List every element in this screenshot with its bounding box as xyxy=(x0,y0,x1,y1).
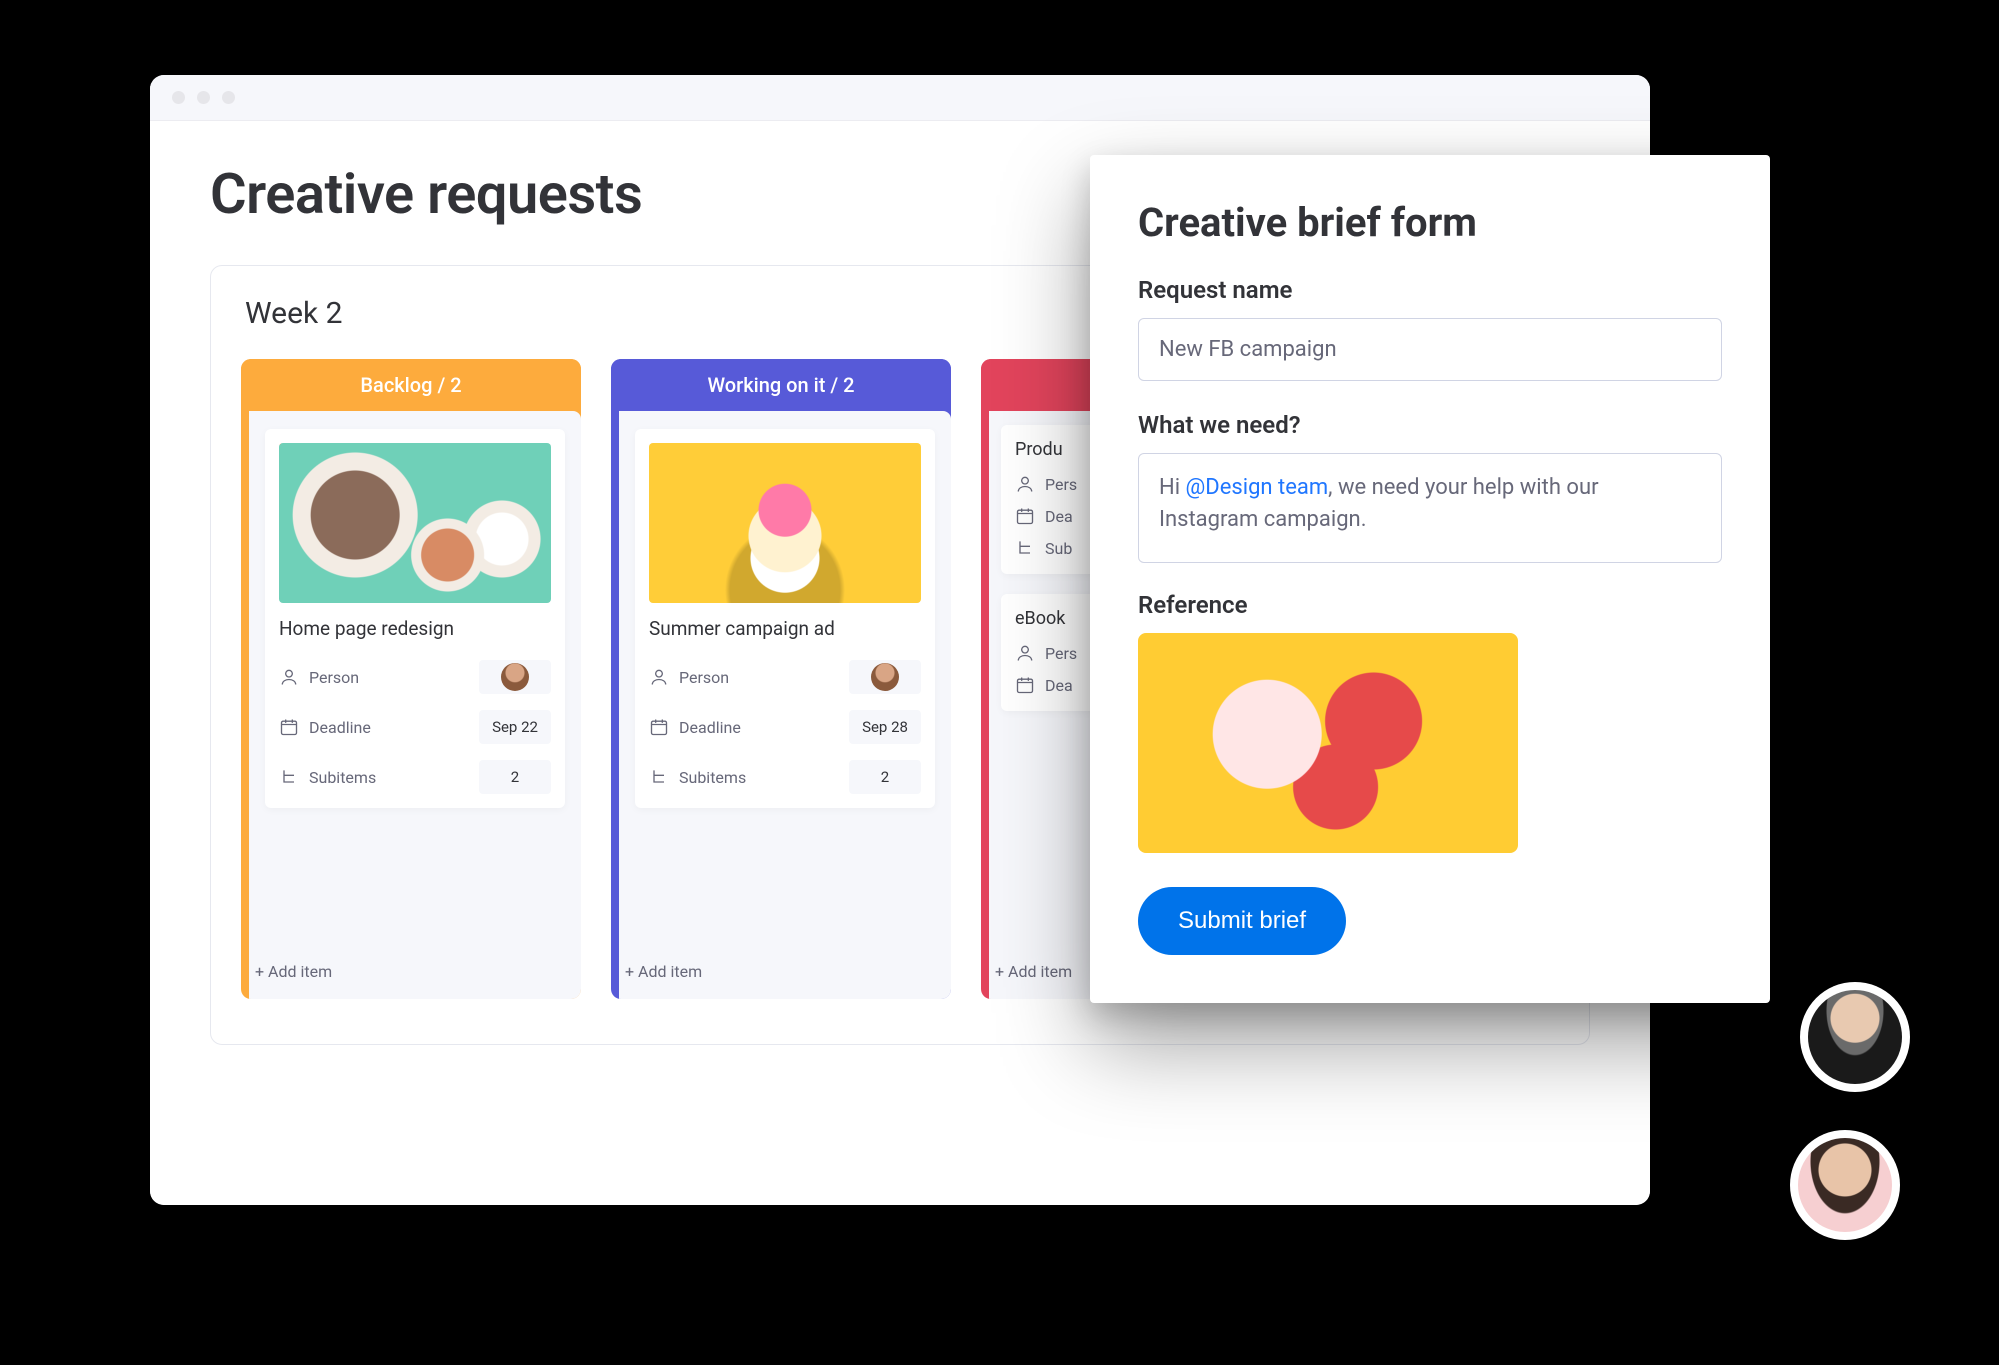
card-meta-deadline: Deadline Sep 28 xyxy=(649,702,921,752)
card-image xyxy=(279,443,551,603)
add-item-button[interactable]: + Add item xyxy=(249,948,581,999)
kanban-column-working[interactable]: Working on it / 2 Summer campaign ad Per… xyxy=(611,359,951,999)
card-meta-deadline: Deadline Sep 22 xyxy=(279,702,551,752)
avatar-image xyxy=(1798,1138,1892,1232)
collaborator-avatar[interactable] xyxy=(1790,1130,1900,1240)
meta-label: Pers xyxy=(1045,475,1077,494)
browser-titlebar xyxy=(150,75,1650,121)
subitems-icon xyxy=(1015,538,1035,558)
meta-label: Dea xyxy=(1045,507,1073,526)
meta-label: Person xyxy=(679,668,729,687)
card-image xyxy=(649,443,921,603)
card-title: Home page redesign xyxy=(279,617,551,640)
meta-label: Deadline xyxy=(309,718,371,737)
traffic-light-dot xyxy=(172,91,185,104)
what-we-need-textarea[interactable]: Hi @Design team, we need your help with … xyxy=(1138,453,1722,563)
person-icon xyxy=(279,667,299,687)
avatar xyxy=(501,663,529,691)
card-title: Summer campaign ad xyxy=(649,617,921,640)
traffic-light-dot xyxy=(222,91,235,104)
avatar xyxy=(871,663,899,691)
subitems-icon xyxy=(649,767,669,787)
deadline-value[interactable]: Sep 22 xyxy=(479,710,551,744)
meta-label: Deadline xyxy=(679,718,741,737)
form-title: Creative brief form xyxy=(1138,199,1722,246)
meta-label: Pers xyxy=(1045,644,1077,663)
meta-label: Subitems xyxy=(309,768,376,787)
add-item-button[interactable]: + Add item xyxy=(619,948,951,999)
column-header: Backlog / 2 xyxy=(241,359,581,411)
person-icon xyxy=(1015,643,1035,663)
calendar-icon xyxy=(1015,675,1035,695)
kanban-card[interactable]: Summer campaign ad Person xyxy=(635,429,935,808)
traffic-light-dot xyxy=(197,91,210,104)
subitems-value[interactable]: 2 xyxy=(849,760,921,794)
subitems-icon xyxy=(279,767,299,787)
creative-brief-form-panel: Creative brief form Request name What we… xyxy=(1090,155,1770,1003)
person-icon xyxy=(1015,474,1035,494)
meta-label: Dea xyxy=(1045,676,1073,695)
request-name-label: Request name xyxy=(1138,276,1722,304)
card-meta-person: Person xyxy=(279,652,551,702)
text-fragment: Hi xyxy=(1159,475,1186,500)
person-value[interactable] xyxy=(849,660,921,694)
reference-label: Reference xyxy=(1138,591,1722,619)
person-icon xyxy=(649,667,669,687)
calendar-icon xyxy=(279,717,299,737)
meta-label: Subitems xyxy=(679,768,746,787)
avatar-image xyxy=(1808,990,1902,1084)
deadline-value[interactable]: Sep 28 xyxy=(849,710,921,744)
submit-brief-button[interactable]: Submit brief xyxy=(1138,887,1346,955)
calendar-icon xyxy=(649,717,669,737)
subitems-value[interactable]: 2 xyxy=(479,760,551,794)
kanban-column-backlog[interactable]: Backlog / 2 Home page redesign Person xyxy=(241,359,581,999)
card-meta-subitems: Subitems 2 xyxy=(649,752,921,802)
person-value[interactable] xyxy=(479,660,551,694)
kanban-card[interactable]: Home page redesign Person xyxy=(265,429,565,808)
meta-label: Person xyxy=(309,668,359,687)
card-meta-person: Person xyxy=(649,652,921,702)
mention-design-team[interactable]: @Design team xyxy=(1186,475,1329,500)
collaborator-avatar[interactable] xyxy=(1800,982,1910,1092)
calendar-icon xyxy=(1015,506,1035,526)
card-meta-subitems: Subitems 2 xyxy=(279,752,551,802)
what-we-need-label: What we need? xyxy=(1138,411,1722,439)
request-name-input[interactable] xyxy=(1138,318,1722,381)
meta-label: Sub xyxy=(1045,539,1072,558)
column-header: Working on it / 2 xyxy=(611,359,951,411)
reference-image[interactable] xyxy=(1138,633,1518,853)
